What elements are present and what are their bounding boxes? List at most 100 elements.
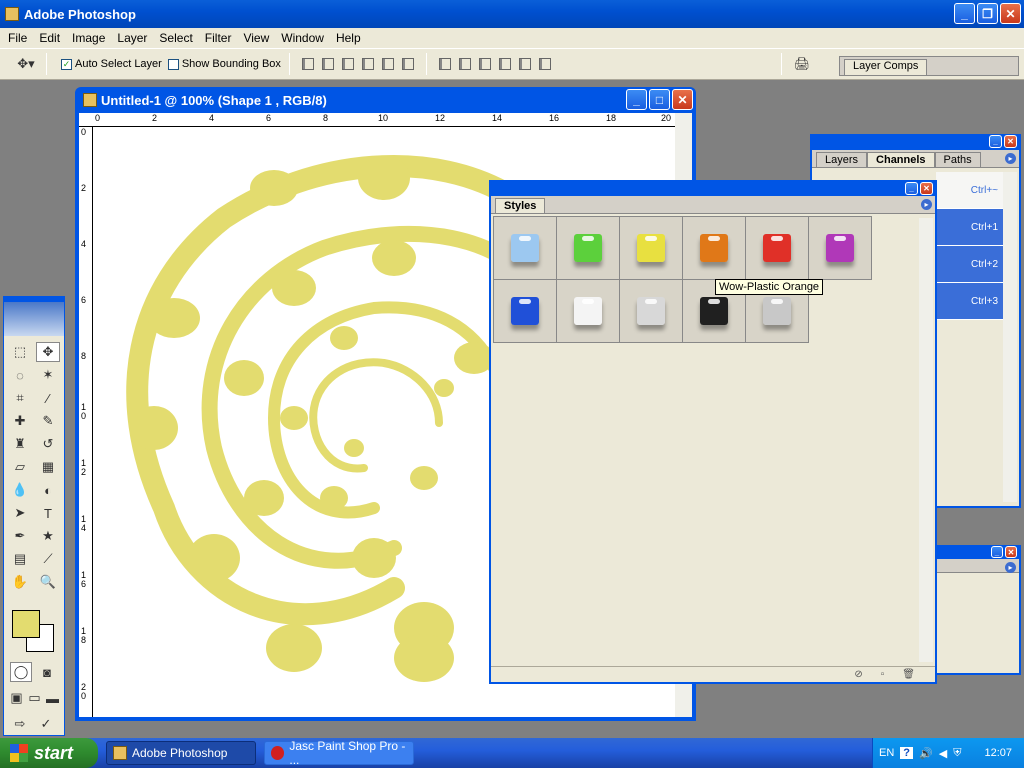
zoom-tool-icon[interactable]: 🔍 — [36, 572, 60, 592]
language-indicator[interactable]: EN — [879, 747, 894, 759]
distribute-bottom-icon[interactable] — [478, 58, 491, 70]
screen-mode-full-icon[interactable]: ▬ — [44, 688, 61, 708]
tray-expand-icon[interactable]: ◀ — [939, 747, 947, 760]
doc-minimize-button[interactable]: _ — [626, 89, 647, 110]
channel-row-red[interactable]: Ctrl+1 — [936, 209, 1006, 246]
brush-tool-icon[interactable]: ✎ — [36, 411, 60, 431]
magic-wand-tool-icon[interactable]: ✶ — [36, 365, 60, 385]
security-alert-icon[interactable]: ⛨ — [953, 747, 961, 760]
styles-panel-minimize-button[interactable]: _ — [905, 182, 918, 195]
distribute-right-icon[interactable] — [538, 58, 551, 70]
distribute-hcenter-icon[interactable] — [518, 58, 531, 70]
delete-style-icon[interactable]: 🗑 — [902, 669, 915, 680]
menu-file[interactable]: File — [2, 31, 33, 45]
move-tool-icon[interactable]: ✥ — [36, 342, 60, 362]
channels-scrollbar[interactable] — [1003, 172, 1017, 502]
layers-panel-close-button[interactable]: ✕ — [1004, 135, 1017, 148]
screen-mode-full-menu-icon[interactable]: ▭ — [26, 688, 43, 708]
channel-row-blue[interactable]: Ctrl+3 — [936, 283, 1006, 320]
layers-panel-minimize-button[interactable]: _ — [989, 135, 1002, 148]
move-tool-preset-icon[interactable]: ✥▾ — [14, 54, 38, 74]
align-hcenter-icon[interactable] — [381, 58, 394, 70]
quick-mask-mode-icon[interactable]: ◙ — [36, 662, 58, 682]
dodge-tool-icon[interactable]: ◐ — [36, 480, 60, 500]
jump-to-app-icon[interactable]: ✓ — [34, 714, 58, 734]
menu-window[interactable]: Window — [275, 31, 330, 45]
doc-maximize-button[interactable]: □ — [649, 89, 670, 110]
styles-panel-menu-icon[interactable]: ▸ — [921, 199, 932, 210]
start-button[interactable]: start — [0, 738, 98, 768]
style-swatch[interactable] — [808, 216, 872, 280]
styles-panel-close-button[interactable]: ✕ — [920, 182, 933, 195]
pen-tool-icon[interactable]: ✒ — [8, 526, 32, 546]
photoshop-feather-icon[interactable] — [4, 302, 64, 336]
marquee-tool-icon[interactable]: ⬚ — [8, 342, 32, 362]
crop-tool-icon[interactable]: ⌗ — [8, 388, 32, 408]
style-swatch[interactable] — [556, 279, 620, 343]
type-tool-icon[interactable]: T — [36, 503, 60, 523]
healing-brush-tool-icon[interactable]: ✚ — [8, 411, 32, 431]
menu-image[interactable]: Image — [66, 31, 111, 45]
distribute-top-icon[interactable] — [438, 58, 451, 70]
menu-layer[interactable]: Layer — [111, 31, 153, 45]
bounding-box-checkbox[interactable]: Show Bounding Box — [167, 58, 281, 70]
style-swatch[interactable] — [556, 216, 620, 280]
info-panel-menu-icon[interactable]: ▸ — [1005, 562, 1016, 573]
auto-select-checkbox[interactable]: ✓ Auto Select Layer — [61, 58, 162, 70]
blur-tool-icon[interactable]: 💧 — [8, 480, 32, 500]
tab-paths[interactable]: Paths — [934, 152, 981, 167]
doc-close-button[interactable]: ✕ — [672, 89, 693, 110]
path-selection-tool-icon[interactable]: ➤ — [8, 503, 32, 523]
styles-scrollbar[interactable] — [919, 218, 933, 662]
menu-filter[interactable]: Filter — [199, 31, 238, 45]
eyedropper-tool-icon[interactable]: ⟋ — [36, 549, 60, 569]
distribute-left-icon[interactable] — [498, 58, 511, 70]
info-panel-close-button[interactable]: ✕ — [1005, 546, 1017, 558]
menu-edit[interactable]: Edit — [33, 31, 66, 45]
eraser-tool-icon[interactable]: ▱ — [8, 457, 32, 477]
style-swatch[interactable] — [682, 216, 746, 280]
align-right-icon[interactable] — [401, 58, 414, 70]
screen-mode-standard-icon[interactable]: ▣ — [8, 688, 25, 708]
align-top-icon[interactable] — [301, 58, 314, 70]
menu-select[interactable]: Select — [153, 31, 198, 45]
palette-well-icon[interactable]: 🖨 — [790, 54, 814, 74]
help-icon[interactable]: ? — [900, 747, 914, 759]
minimize-button[interactable]: _ — [954, 3, 975, 24]
style-swatch[interactable] — [745, 216, 809, 280]
task-jasc-paint-shop-pro[interactable]: Jasc Paint Shop Pro - ... — [264, 739, 414, 767]
history-brush-tool-icon[interactable]: ↺ — [36, 434, 60, 454]
jump-to-imageready-icon[interactable]: ⇨ — [8, 714, 32, 734]
menu-help[interactable]: Help — [330, 31, 367, 45]
slice-tool-icon[interactable]: ∕ — [36, 388, 60, 408]
menu-view[interactable]: View — [237, 31, 275, 45]
style-swatch[interactable] — [493, 216, 557, 280]
info-panel-minimize-button[interactable]: _ — [991, 546, 1003, 558]
align-bottom-icon[interactable] — [341, 58, 354, 70]
align-left-icon[interactable] — [361, 58, 374, 70]
custom-shape-tool-icon[interactable]: ★ — [36, 526, 60, 546]
lasso-tool-icon[interactable]: ◌ — [8, 365, 32, 385]
notes-tool-icon[interactable]: ▤ — [8, 549, 32, 569]
layer-comps-tab[interactable]: Layer Comps — [844, 59, 928, 75]
align-vcenter-icon[interactable] — [321, 58, 334, 70]
style-swatch[interactable] — [619, 279, 683, 343]
clear-style-icon[interactable]: ⊘ — [854, 669, 862, 680]
channel-row-green[interactable]: Ctrl+2 — [936, 246, 1006, 283]
style-swatch[interactable] — [619, 216, 683, 280]
panel-menu-icon[interactable]: ▸ — [1005, 153, 1016, 164]
new-style-icon[interactable]: ▫ — [881, 669, 885, 680]
clone-stamp-tool-icon[interactable]: ♜ — [8, 434, 32, 454]
foreground-color-swatch[interactable] — [12, 610, 40, 638]
gradient-tool-icon[interactable]: ▦ — [36, 457, 60, 477]
standard-mode-icon[interactable]: ◯ — [10, 662, 32, 682]
distribute-vcenter-icon[interactable] — [458, 58, 471, 70]
hand-tool-icon[interactable]: ✋ — [8, 572, 32, 592]
close-button[interactable]: ✕ — [1000, 3, 1021, 24]
restore-button[interactable]: ❐ — [977, 3, 998, 24]
tab-styles[interactable]: Styles — [495, 198, 546, 213]
volume-icon[interactable]: 🔊 — [919, 747, 933, 760]
channel-row-rgb[interactable]: Ctrl+~ — [936, 172, 1006, 209]
tab-layers[interactable]: Layers — [816, 152, 868, 167]
task-adobe-photoshop[interactable]: Adobe Photoshop — [106, 741, 256, 765]
